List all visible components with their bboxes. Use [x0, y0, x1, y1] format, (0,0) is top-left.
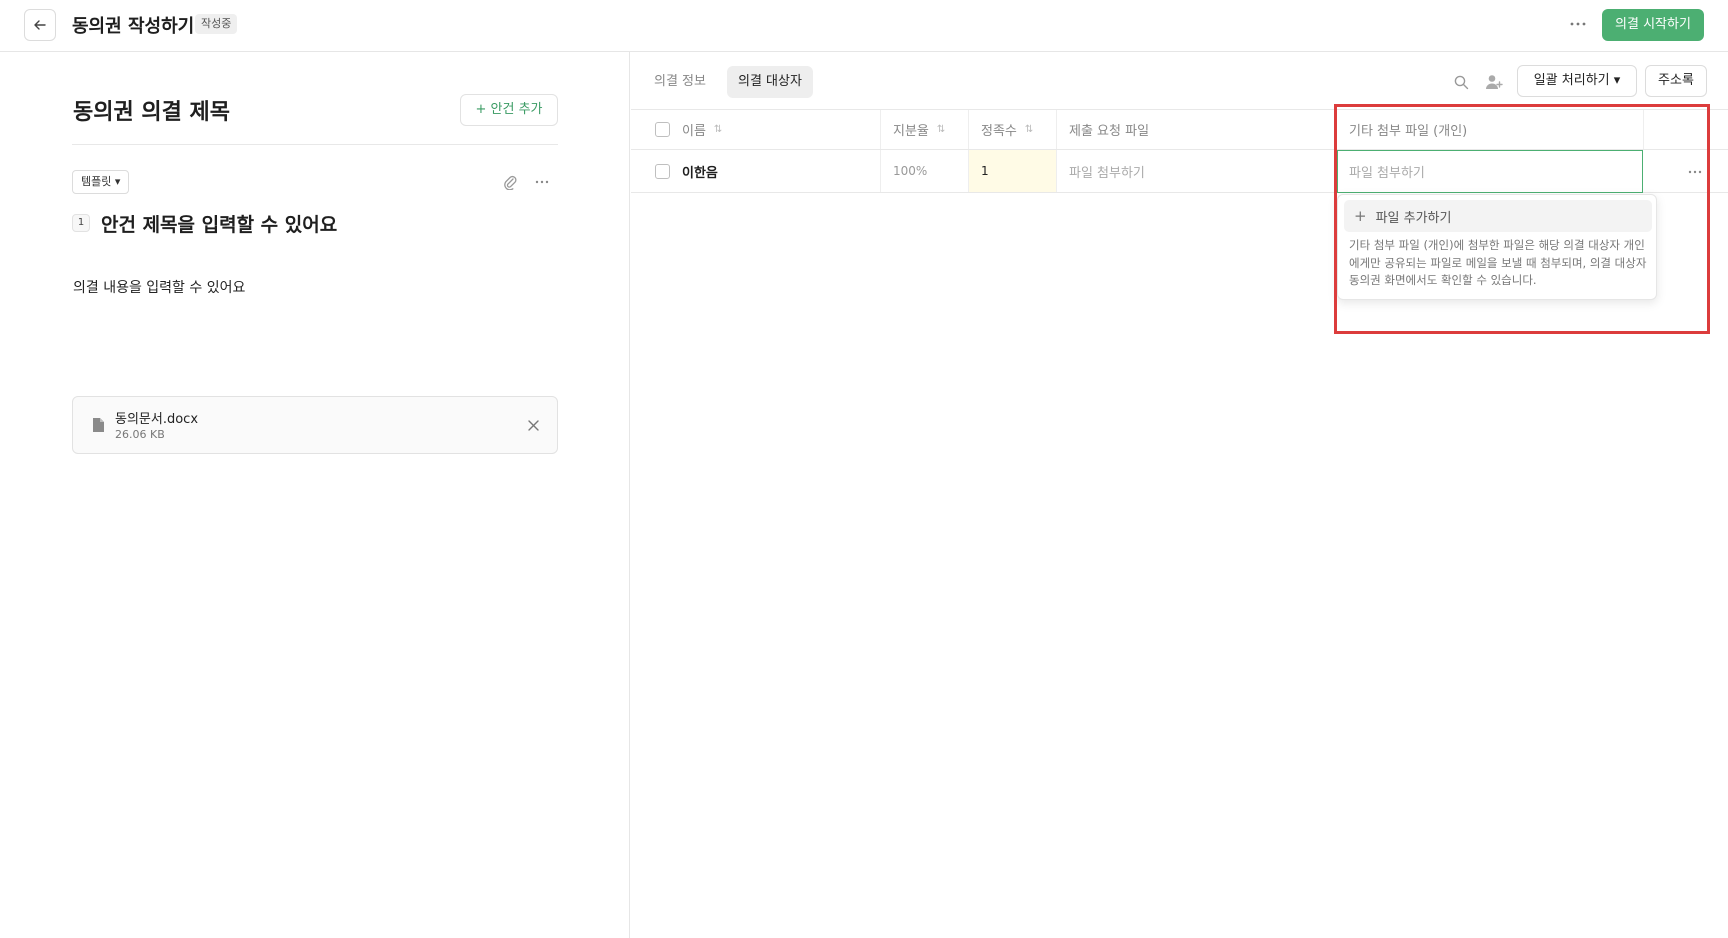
- page-title: 동의권 작성하기: [72, 16, 195, 37]
- plus-icon: +: [1354, 207, 1367, 225]
- search-icon: [1454, 75, 1468, 89]
- tab-vote-info[interactable]: 의결 정보: [643, 66, 717, 98]
- search-button[interactable]: [1451, 72, 1471, 92]
- attachment-size: 26.06 KB: [115, 428, 165, 441]
- item-number-badge: 1: [72, 214, 90, 232]
- file-icon: [93, 418, 104, 432]
- more-horizontal-icon: [1570, 22, 1586, 26]
- header-more-button[interactable]: [1566, 12, 1590, 36]
- header-request-file: 제출 요청 파일: [1057, 110, 1337, 149]
- targets-pane: 의결 정보 의결 대상자 일괄 처리하기 ▾ 주소록 이름 ⇅ 지분율 ⇅ 정족…: [631, 52, 1728, 938]
- header-name: 이름 ⇅: [631, 110, 881, 149]
- document-title[interactable]: 동의권 의결 제목: [73, 94, 230, 126]
- table-header: 이름 ⇅ 지분율 ⇅ 정족수 ⇅ 제출 요청 파일 기타 첨부 파일 (개인): [631, 109, 1728, 150]
- add-file-option[interactable]: + 파일 추가하기: [1344, 200, 1652, 232]
- more-horizontal-icon: [535, 180, 549, 184]
- sort-icon[interactable]: ⇅: [1025, 124, 1033, 135]
- sort-icon[interactable]: ⇅: [937, 124, 945, 135]
- editor-pane: 동의권 의결 제목 + 안건 추가 템플릿 ▾ 1 안건 제목을 입력할 수 있…: [0, 52, 630, 938]
- extra-file-input[interactable]: 파일 첨부하기: [1337, 150, 1643, 193]
- user-plus-icon: [1486, 75, 1503, 89]
- dropdown-description: 기타 첨부 파일 (개인)에 첨부한 파일은 해당 의결 대상자 개인에게만 공…: [1349, 238, 1647, 287]
- row-count-cell[interactable]: 1: [969, 150, 1057, 192]
- title-divider: [72, 144, 558, 145]
- header-share: 지분율 ⇅: [881, 110, 969, 149]
- row-share-cell[interactable]: 100%: [881, 150, 969, 192]
- template-dropdown[interactable]: 템플릿 ▾: [72, 170, 130, 194]
- top-header: 동의권 작성하기 작성중 의결 시작하기: [0, 0, 1728, 52]
- header-extra-file: 기타 첨부 파일 (개인): [1337, 110, 1644, 149]
- tab-vote-targets[interactable]: 의결 대상자: [727, 66, 813, 98]
- attachment-name: 동의문서.docx: [115, 412, 199, 427]
- row-checkbox[interactable]: [655, 163, 670, 179]
- row-name-cell: 이한음: [631, 150, 881, 192]
- item-content[interactable]: 의결 내용을 입력할 수 있어요: [73, 277, 245, 297]
- extra-file-dropdown: + 파일 추가하기 기타 첨부 파일 (개인)에 첨부한 파일은 해당 의결 대…: [1337, 194, 1657, 300]
- select-all-checkbox[interactable]: [655, 122, 670, 137]
- arrow-left-icon: [34, 20, 46, 30]
- item-title[interactable]: 안건 제목을 입력할 수 있어요: [101, 210, 337, 237]
- remove-attachment-button[interactable]: [523, 415, 543, 435]
- attach-button[interactable]: [500, 172, 520, 192]
- close-icon: [527, 419, 539, 431]
- add-person-button[interactable]: [1483, 72, 1505, 92]
- back-button[interactable]: [24, 9, 56, 41]
- attachment-card: 동의문서.docx 26.06 KB: [72, 396, 558, 454]
- row-request-file: 파일 첨부하기: [1069, 165, 1145, 181]
- row-name: 이한음: [682, 165, 718, 181]
- row-more-button[interactable]: [1683, 160, 1707, 184]
- sort-icon[interactable]: ⇅: [714, 124, 722, 135]
- row-count: 1: [981, 164, 989, 178]
- table-row: 이한음 100% 1 파일 첨부하기 파일 첨부하기: [631, 150, 1728, 193]
- paperclip-icon: [504, 175, 517, 190]
- start-vote-button[interactable]: 의결 시작하기: [1602, 9, 1704, 41]
- bulk-action-dropdown[interactable]: 일괄 처리하기 ▾: [1517, 65, 1637, 97]
- add-item-button[interactable]: + 안건 추가: [460, 94, 558, 126]
- item-more-button[interactable]: [532, 172, 552, 192]
- status-badge: 작성중: [195, 14, 238, 34]
- row-share: 100%: [893, 164, 928, 178]
- address-book-button[interactable]: 주소록: [1645, 65, 1707, 97]
- header-actions: [1644, 110, 1728, 149]
- header-count: 정족수 ⇅: [969, 110, 1057, 149]
- more-horizontal-icon: [1688, 170, 1702, 174]
- row-request-file-cell[interactable]: 파일 첨부하기: [1057, 150, 1337, 192]
